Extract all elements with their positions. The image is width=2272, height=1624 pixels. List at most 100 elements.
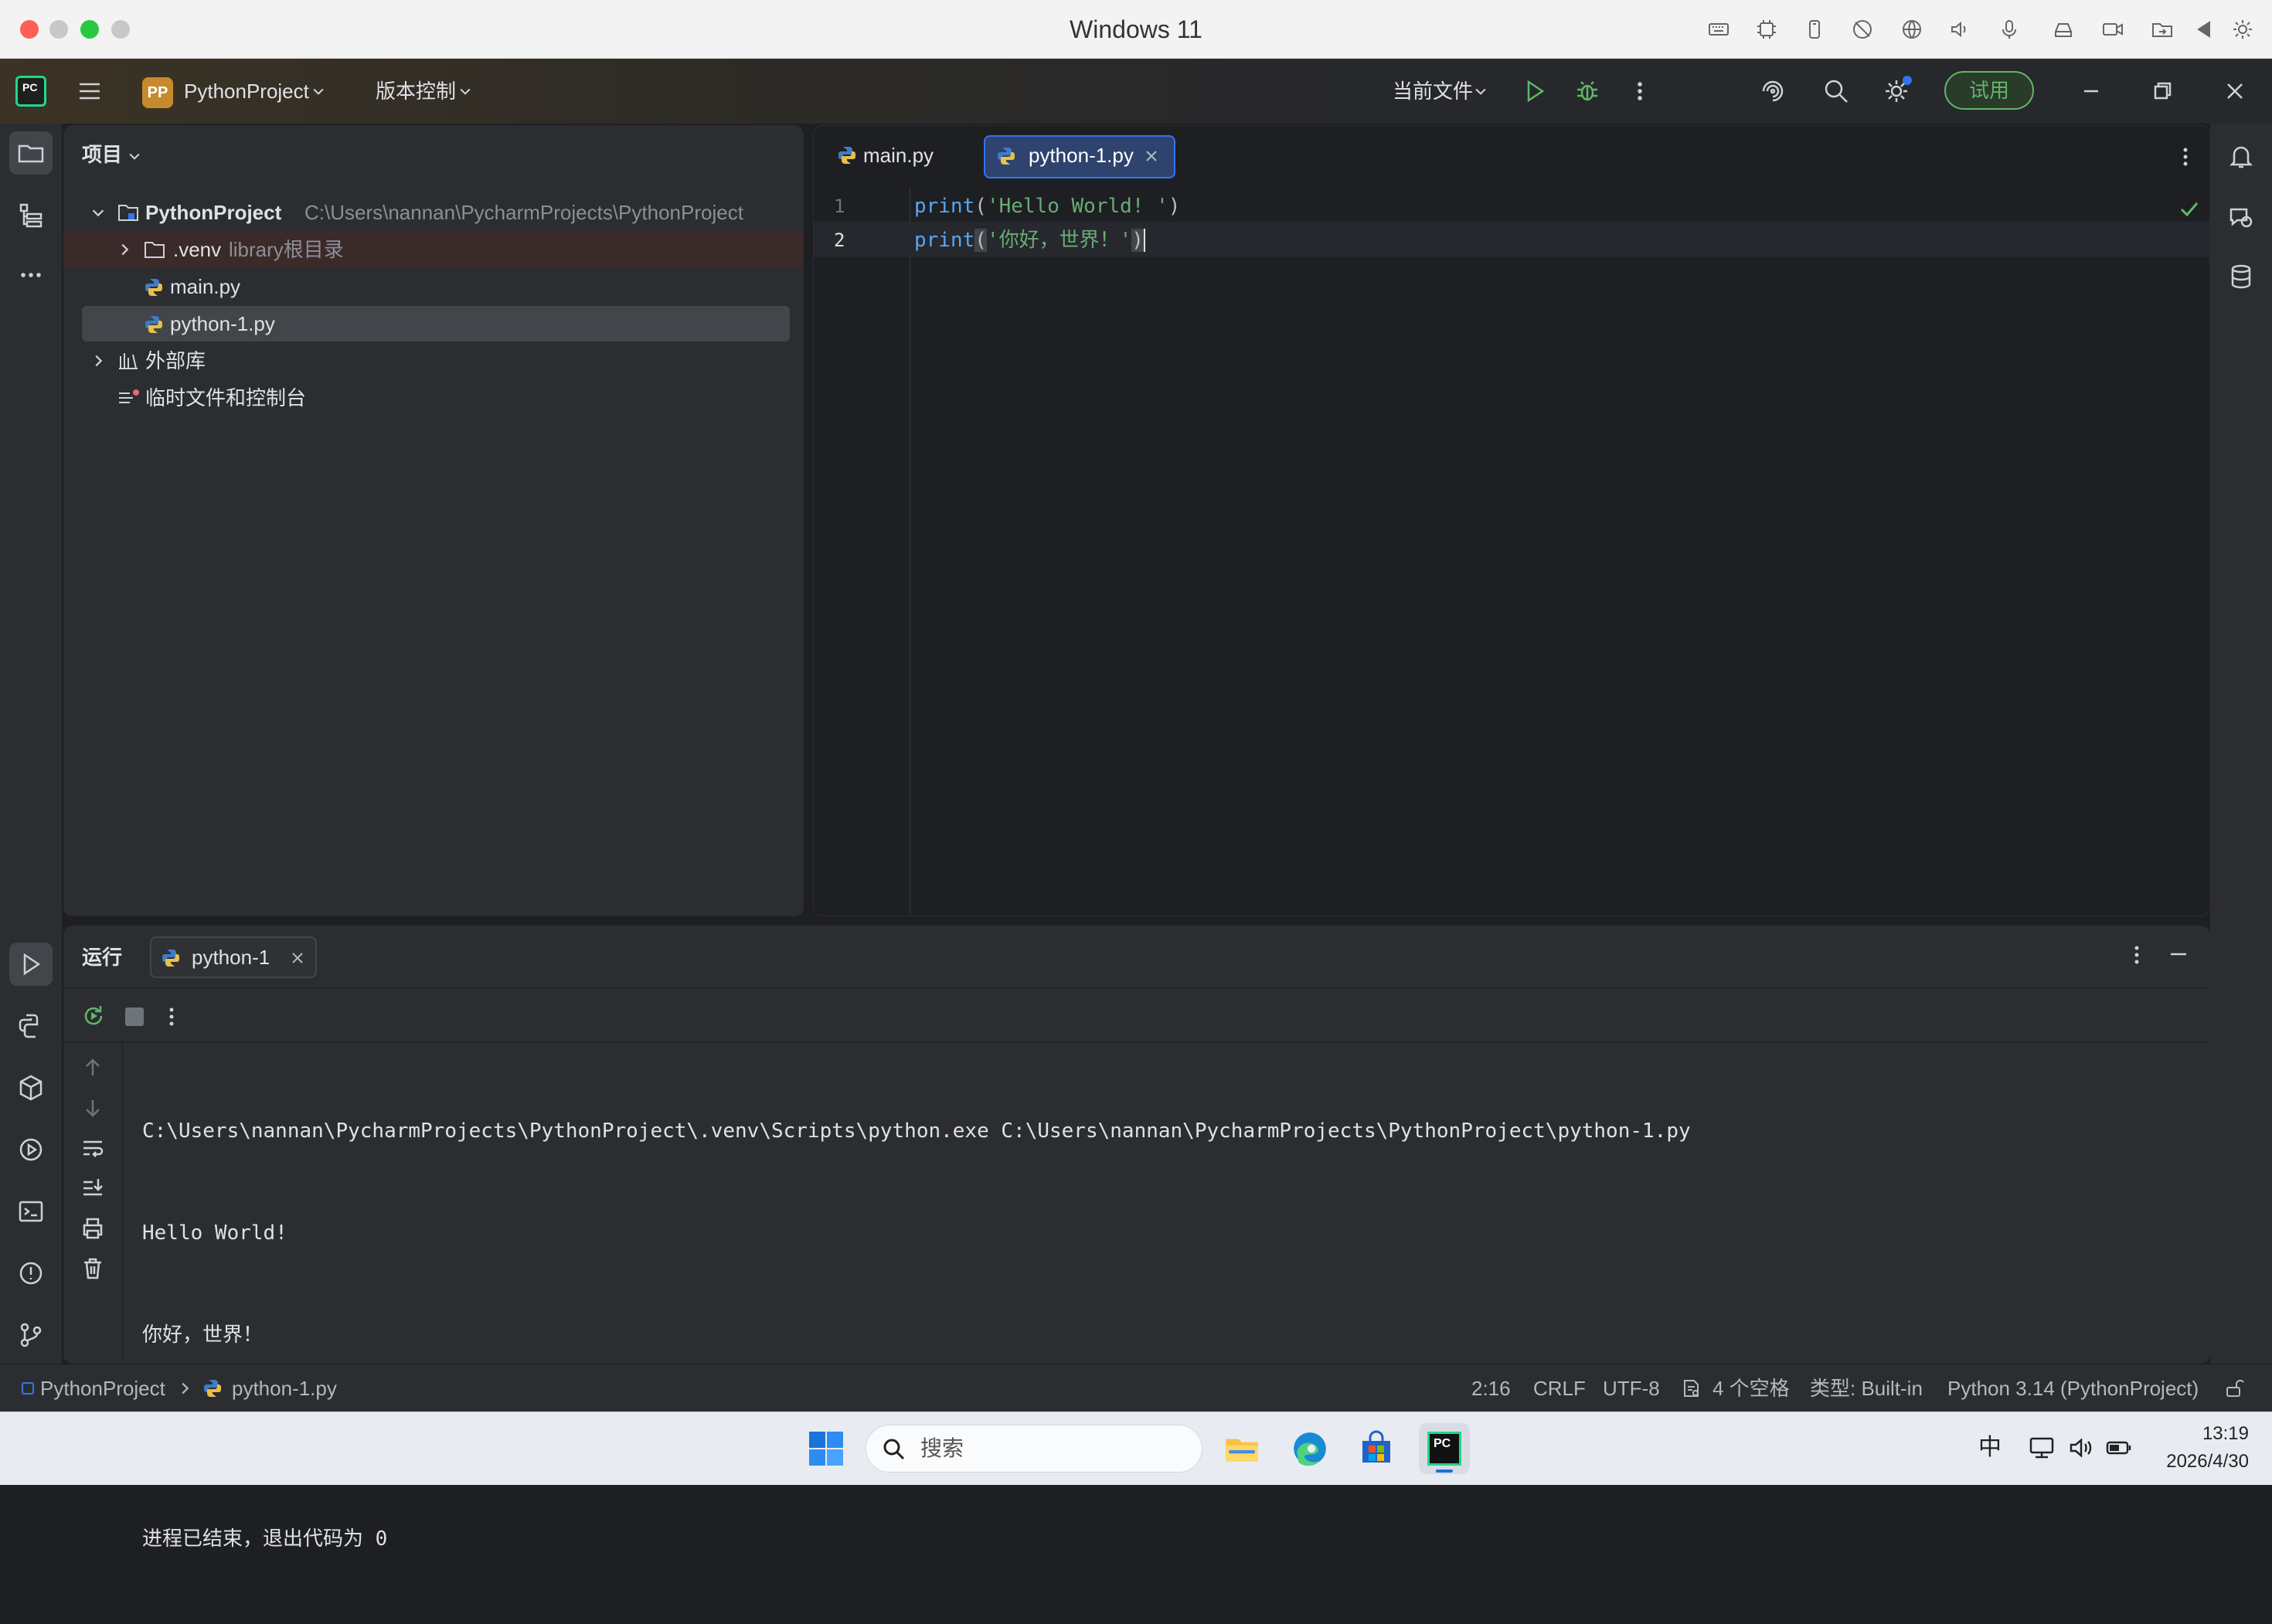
caret-position[interactable]: 2:16 [1471,1364,1511,1412]
trial-button[interactable]: 试用 [1944,71,2034,110]
more-vertical-icon[interactable] [2125,941,2148,969]
taskbar-search-box[interactable]: 搜索 [866,1425,1202,1473]
keyboard-icon[interactable] [1705,15,1733,43]
tree-row-external-libraries[interactable]: 外部库 [82,343,793,379]
tab-python-1-py[interactable]: python-1.py [984,135,1175,178]
breadcrumb-file[interactable]: python-1.py [232,1364,337,1412]
file-explorer-icon[interactable] [1216,1423,1267,1474]
zoom-window-button[interactable] [80,20,99,39]
trash-icon[interactable] [80,1256,105,1281]
unlock-icon[interactable] [2224,1378,2244,1398]
notifications-bell-icon[interactable] [2219,134,2263,178]
edge-browser-icon[interactable] [1284,1423,1335,1474]
code-line[interactable]: print('Hello World! ') [914,189,1180,223]
ai-assistant-icon[interactable] [1757,76,1788,107]
soft-wrap-icon[interactable] [80,1136,105,1160]
minimize-window-button[interactable] [49,20,68,39]
file-type[interactable]: 类型: Built-in [1810,1364,1923,1412]
breadcrumb-project[interactable]: PythonProject [40,1364,165,1412]
more-vertical-icon[interactable] [2174,143,2197,171]
main-menu-icon[interactable] [74,76,105,107]
gear-icon[interactable] [2229,15,2257,43]
microphone-icon[interactable] [1995,15,2023,43]
search-icon[interactable] [1821,76,1852,107]
run-tab[interactable]: python-1 [150,936,317,978]
console-output[interactable]: C:\Users\nannan\PycharmProjects\PythonPr… [142,1046,2198,1624]
more-horizontal-icon[interactable] [9,253,53,297]
drive-icon[interactable] [2049,15,2077,43]
vcs-menu[interactable]: 版本控制 [376,59,456,124]
chevron-right-icon[interactable] [90,352,107,369]
project-selector[interactable]: PythonProject [184,59,309,124]
tree-row-venv[interactable]: .venv library根目录 [63,232,804,267]
structure-icon[interactable] [9,193,53,236]
code-line[interactable]: print('你好，世界！') [914,223,1145,257]
restore-icon[interactable] [2147,76,2178,107]
problems-icon[interactable] [9,1252,53,1295]
project-folder-icon[interactable] [9,131,53,175]
back-arrow-icon[interactable] [2190,15,2218,43]
ai-chat-icon[interactable] [2219,196,2263,240]
tree-row-file-selected[interactable]: python-1.py [82,306,790,341]
minimize-icon[interactable] [2076,76,2107,107]
chevron-down-icon[interactable] [1471,76,1490,107]
stop-icon[interactable] [125,1007,144,1026]
project-badge[interactable]: PP [142,77,173,108]
close-window-button[interactable] [20,20,39,39]
network-off-icon[interactable] [1849,15,1876,43]
network-icon[interactable] [2028,1435,2056,1460]
volume-icon[interactable] [2068,1435,2094,1460]
print-icon[interactable] [80,1216,105,1241]
python-interpreter[interactable]: Python 3.14 (PythonProject) [1947,1364,2199,1412]
tree-row-file[interactable]: main.py [82,269,793,304]
globe-icon[interactable] [1898,15,1926,43]
services-icon[interactable] [9,1128,53,1171]
git-icon[interactable] [9,1313,53,1357]
inspection-ok-check-icon[interactable] [2178,199,2200,220]
taskbar-clock[interactable]: 13:19 2026/4/30 [2148,1420,2249,1476]
shared-folder-icon[interactable] [2148,15,2176,43]
scroll-to-end-icon[interactable] [80,1176,105,1201]
project-panel-title[interactable]: 项目 [82,139,122,170]
taskbar-search-placeholder: 搜索 [920,1436,964,1460]
chevron-right-icon[interactable] [116,241,133,258]
rerun-icon[interactable] [80,1003,107,1029]
file-encoding[interactable]: UTF-8 [1603,1364,1660,1412]
chevron-down-icon[interactable] [127,148,142,164]
ime-indicator[interactable]: 中 [1978,1412,2002,1483]
indent-setting[interactable]: 4 个空格 [1713,1364,1790,1412]
microsoft-store-icon[interactable] [1351,1423,1402,1474]
more-vertical-icon[interactable] [164,1003,179,1031]
tab-main-py[interactable]: main.py [829,135,968,175]
more-vertical-icon[interactable] [1624,76,1655,107]
speaker-icon[interactable] [1946,15,1974,43]
settings-icon[interactable] [1881,76,1912,107]
arrow-down-icon[interactable] [80,1096,105,1120]
tree-row-scratches[interactable]: 临时文件和控制台 [82,380,793,416]
pycharm-taskbar-icon[interactable]: PC [1419,1423,1470,1474]
fullscreen-window-button[interactable] [111,20,130,39]
chevron-down-icon[interactable] [90,204,107,221]
line-separator[interactable]: CRLF [1533,1364,1586,1412]
close-icon[interactable] [2219,76,2250,107]
chevron-down-icon[interactable] [309,76,328,107]
chip-icon[interactable] [1753,15,1781,43]
python-console-icon[interactable] [9,1004,53,1048]
run-configuration-selector[interactable]: 当前文件 [1393,59,1473,124]
usb-icon[interactable] [1801,15,1828,43]
run-tool-icon[interactable] [9,943,53,986]
start-windows-icon[interactable] [801,1423,852,1474]
close-tab-icon[interactable] [1145,149,1158,163]
tree-root-row[interactable]: PythonProject C:\Users\nannan\PycharmPro… [82,195,793,230]
python-packages-icon[interactable] [9,1066,53,1109]
run-icon[interactable] [1519,76,1550,107]
battery-icon[interactable] [2105,1435,2133,1460]
arrow-up-icon[interactable] [80,1055,105,1080]
camera-icon[interactable] [2099,15,2127,43]
database-icon[interactable] [2219,255,2263,298]
chevron-down-icon[interactable] [456,76,474,107]
close-tab-icon[interactable] [291,951,304,965]
terminal-icon[interactable] [9,1190,53,1233]
debug-icon[interactable] [1572,76,1603,107]
hide-panel-icon[interactable] [2167,943,2190,966]
